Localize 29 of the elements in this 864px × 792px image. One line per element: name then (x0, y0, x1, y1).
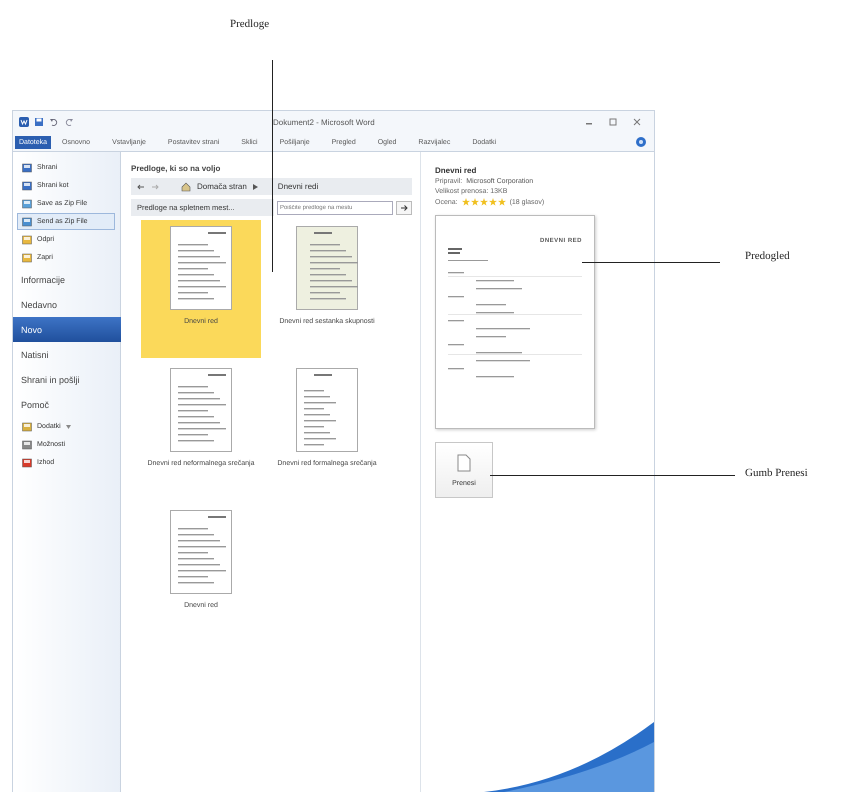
folder-icon (22, 252, 32, 262)
section-heading: Predloge, ki so na voljo (131, 164, 222, 173)
maximize-icon[interactable] (608, 117, 618, 127)
window-title: Dokument2 - Microsoft Word (272, 118, 376, 126)
menu-section[interactable]: Shrani in pošlji (13, 367, 121, 392)
folder-icon (22, 234, 32, 244)
back-icon[interactable] (137, 182, 145, 190)
breadcrumb-current: Dnevni redi (278, 182, 318, 191)
search-button[interactable] (396, 200, 412, 214)
callout-label: Predloge (230, 18, 270, 30)
menu-section[interactable]: Informacije (13, 267, 121, 292)
arrow-icon (400, 204, 408, 212)
save-icon[interactable] (34, 117, 44, 127)
undo-icon[interactable] (49, 117, 59, 127)
menu-section[interactable]: Nedavno (13, 292, 121, 317)
callout-label: Gumb Prenesi (745, 467, 808, 479)
redo-icon[interactable] (64, 117, 74, 127)
file-icon (22, 198, 32, 208)
home-icon[interactable] (181, 182, 191, 192)
breadcrumb-link[interactable]: Domača stran (197, 182, 247, 191)
callout-label: Predogled (745, 250, 790, 262)
template-title: Dnevni red (435, 166, 478, 175)
menu-section[interactable]: Pomoč (13, 392, 121, 417)
menu-section[interactable]: Natisni (13, 342, 121, 367)
menu-section[interactable]: Novo (13, 317, 121, 342)
help-icon[interactable] (636, 137, 646, 147)
chevron-icon (252, 184, 258, 190)
word-logo-icon[interactable] (19, 117, 29, 127)
file-icon (22, 216, 32, 226)
